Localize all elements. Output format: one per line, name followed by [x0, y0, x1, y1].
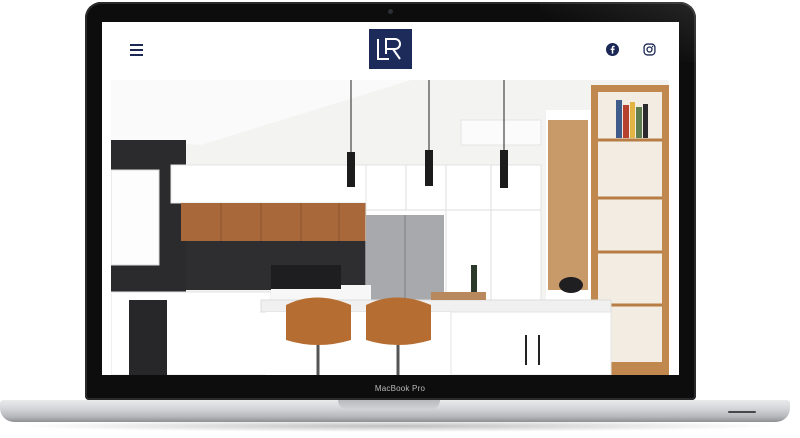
- logo-mark: [377, 38, 401, 60]
- hero-kitchen-image: [111, 80, 669, 375]
- laptop-model-label: MacBook Pro: [374, 384, 426, 393]
- laptop-port-slot: [728, 411, 756, 413]
- laptop-opening-notch: [338, 400, 440, 410]
- instagram-icon[interactable]: [643, 43, 656, 56]
- facebook-icon[interactable]: [606, 43, 619, 56]
- webcam-icon: [388, 9, 393, 14]
- website-screen: [102, 22, 679, 375]
- site-logo[interactable]: [369, 29, 412, 69]
- hamburger-menu-icon[interactable]: [130, 44, 143, 56]
